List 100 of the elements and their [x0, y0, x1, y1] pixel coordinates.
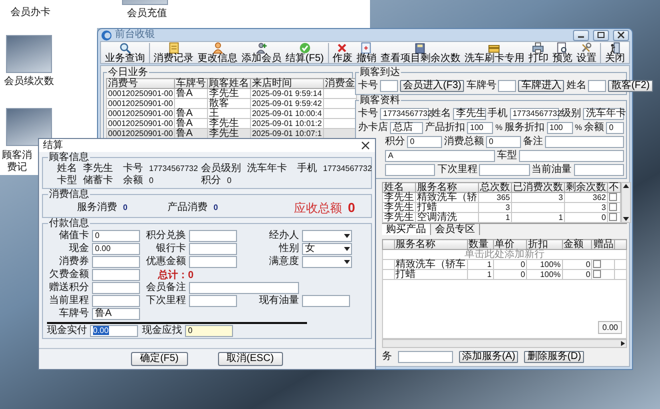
field-label: 现金实付 — [47, 325, 87, 337]
input-field[interactable]: 100 — [546, 122, 573, 134]
input-field[interactable] — [544, 136, 624, 148]
vertical-scrollbar[interactable] — [621, 182, 631, 223]
tab[interactable]: 会员专区 — [431, 224, 480, 235]
column-header[interactable]: 服务名称 — [394, 240, 468, 250]
toolbar-button[interactable]: 洗车刷卡专用 — [462, 42, 526, 64]
minimize-button[interactable] — [573, 30, 589, 40]
toolbar-button[interactable]: 撤销 — [354, 42, 378, 64]
action-button[interactable]: 会员进入(F3) — [400, 80, 464, 92]
input-field[interactable]: 0 — [407, 136, 442, 148]
input-field[interactable]: 李先生 — [453, 108, 486, 120]
add-row-hint[interactable]: 单击此处添加新行 — [382, 250, 626, 260]
dropdown-field[interactable] — [302, 256, 352, 268]
input-field[interactable] — [189, 282, 299, 294]
dropdown-field[interactable] — [302, 230, 352, 242]
action-button[interactable]: 删除服务(D) — [524, 351, 584, 363]
checkbox[interactable] — [593, 260, 602, 268]
column-header[interactable]: 单价 — [493, 240, 527, 250]
toolbar-button[interactable]: 设置 — [574, 42, 598, 64]
input-field[interactable]: 0 — [92, 230, 140, 242]
input-field[interactable] — [189, 230, 237, 242]
toolbar-button[interactable]: 预览 — [550, 42, 574, 64]
input-field[interactable] — [498, 80, 516, 92]
dialog-button[interactable]: 确定(F5) — [131, 352, 188, 366]
input-field[interactable] — [519, 150, 624, 162]
column-header[interactable]: 不 — [608, 182, 620, 192]
desktop-icon-label[interactable]: 会员续次数 — [0, 76, 58, 88]
table-cell: 2025-09-01 10:00:4 — [250, 108, 324, 118]
field-label: 当前油量 — [532, 164, 572, 176]
tab[interactable]: 购买产品 — [382, 224, 431, 235]
action-button[interactable]: 添加服务(A) — [459, 351, 518, 363]
toolbar-button[interactable]: 更改信息 — [196, 42, 240, 64]
column-header[interactable]: 顾客姓名 — [207, 78, 250, 88]
dropdown-field[interactable]: 女 — [302, 243, 352, 255]
input-field[interactable]: 100 — [467, 122, 494, 134]
input-field[interactable]: 0 — [185, 325, 233, 337]
input-field[interactable] — [302, 295, 350, 307]
close-button[interactable] — [359, 140, 371, 152]
column-header[interactable]: 已消费次数 — [512, 182, 564, 192]
close-button[interactable] — [613, 30, 629, 40]
input-field[interactable] — [479, 164, 530, 176]
column-header[interactable]: 剩余次数 — [564, 182, 608, 192]
toolbar-button[interactable]: 作废 — [330, 42, 354, 64]
column-header[interactable]: 折扣 — [526, 240, 562, 250]
column-header[interactable]: 来店时间 — [250, 78, 324, 88]
checkbox[interactable] — [609, 213, 617, 222]
desktop-icon-label[interactable]: 会员办卡 — [8, 7, 53, 19]
desktop-icon-label[interactable]: 会员充值 — [122, 8, 172, 20]
column-header[interactable]: 总次数 — [478, 182, 512, 192]
input-field[interactable]: 0 — [606, 122, 624, 134]
input-field[interactable]: A — [385, 150, 496, 162]
toolbar-button[interactable]: 关闭 — [602, 42, 627, 64]
column-header[interactable]: 服务名称 — [416, 182, 478, 192]
column-header[interactable]: 金额 — [562, 240, 592, 250]
checkbox[interactable] — [609, 193, 617, 202]
caret-icon — [344, 260, 350, 264]
action-button[interactable]: 车牌进入 — [518, 80, 564, 92]
table-cell: 1 — [467, 260, 494, 270]
input-field[interactable] — [92, 282, 140, 294]
column-header[interactable]: 车牌号 — [174, 78, 208, 88]
toolbar-button[interactable]: 结算(F5) — [284, 42, 326, 64]
column-header[interactable]: 赠品 — [592, 240, 615, 250]
input-field[interactable]: 17734567732 — [510, 108, 559, 120]
group-title: 顾客资料 — [359, 95, 401, 106]
input-field[interactable] — [385, 164, 436, 176]
toolbar-button[interactable]: 消费记录 — [152, 42, 196, 64]
toolbar-button[interactable]: 打印 — [526, 42, 550, 64]
desktop-icon-label[interactable]: 顾客消费记 — [0, 150, 34, 174]
input-field[interactable] — [189, 243, 237, 255]
input-field[interactable]: 鲁A — [92, 308, 140, 320]
maximize-button[interactable] — [593, 30, 609, 40]
input-field[interactable] — [380, 80, 398, 92]
input-field[interactable] — [92, 295, 140, 307]
toolbar-button[interactable]: 添加会员 — [240, 42, 284, 64]
input-field[interactable]: 0.00 — [90, 325, 138, 337]
input-field[interactable] — [189, 256, 237, 268]
field-label: 手机 — [297, 163, 317, 175]
column-header[interactable]: 消费金 — [323, 78, 356, 88]
input-field[interactable] — [189, 295, 237, 307]
input-field[interactable] — [398, 351, 453, 363]
input-field[interactable]: 0.00 — [92, 243, 140, 255]
input-field[interactable] — [574, 164, 624, 176]
toolbar-button[interactable]: 查看项目剩余次数 — [378, 42, 462, 64]
input-field[interactable]: 总店 — [390, 122, 424, 134]
input-field[interactable] — [92, 256, 140, 268]
checkbox[interactable] — [609, 203, 617, 212]
input-field[interactable]: 17734567732 — [380, 108, 430, 120]
input-field[interactable]: 洗车年卡 — [582, 108, 624, 120]
toolbar-button[interactable]: 业务查询 — [103, 42, 147, 64]
dialog-button[interactable]: 取消(ESC) — [218, 352, 283, 366]
input-field[interactable] — [588, 80, 606, 92]
horizontal-scrollbar[interactable] — [382, 339, 627, 348]
checkbox[interactable] — [593, 270, 602, 278]
column-header[interactable]: 数量 — [467, 240, 494, 250]
action-button[interactable]: 散客(F2) — [608, 80, 653, 92]
column-header[interactable]: 姓名 — [382, 182, 416, 192]
input-field[interactable] — [92, 269, 140, 281]
column-header[interactable]: 消费号 — [106, 78, 174, 88]
input-field[interactable]: 0 — [486, 136, 521, 148]
